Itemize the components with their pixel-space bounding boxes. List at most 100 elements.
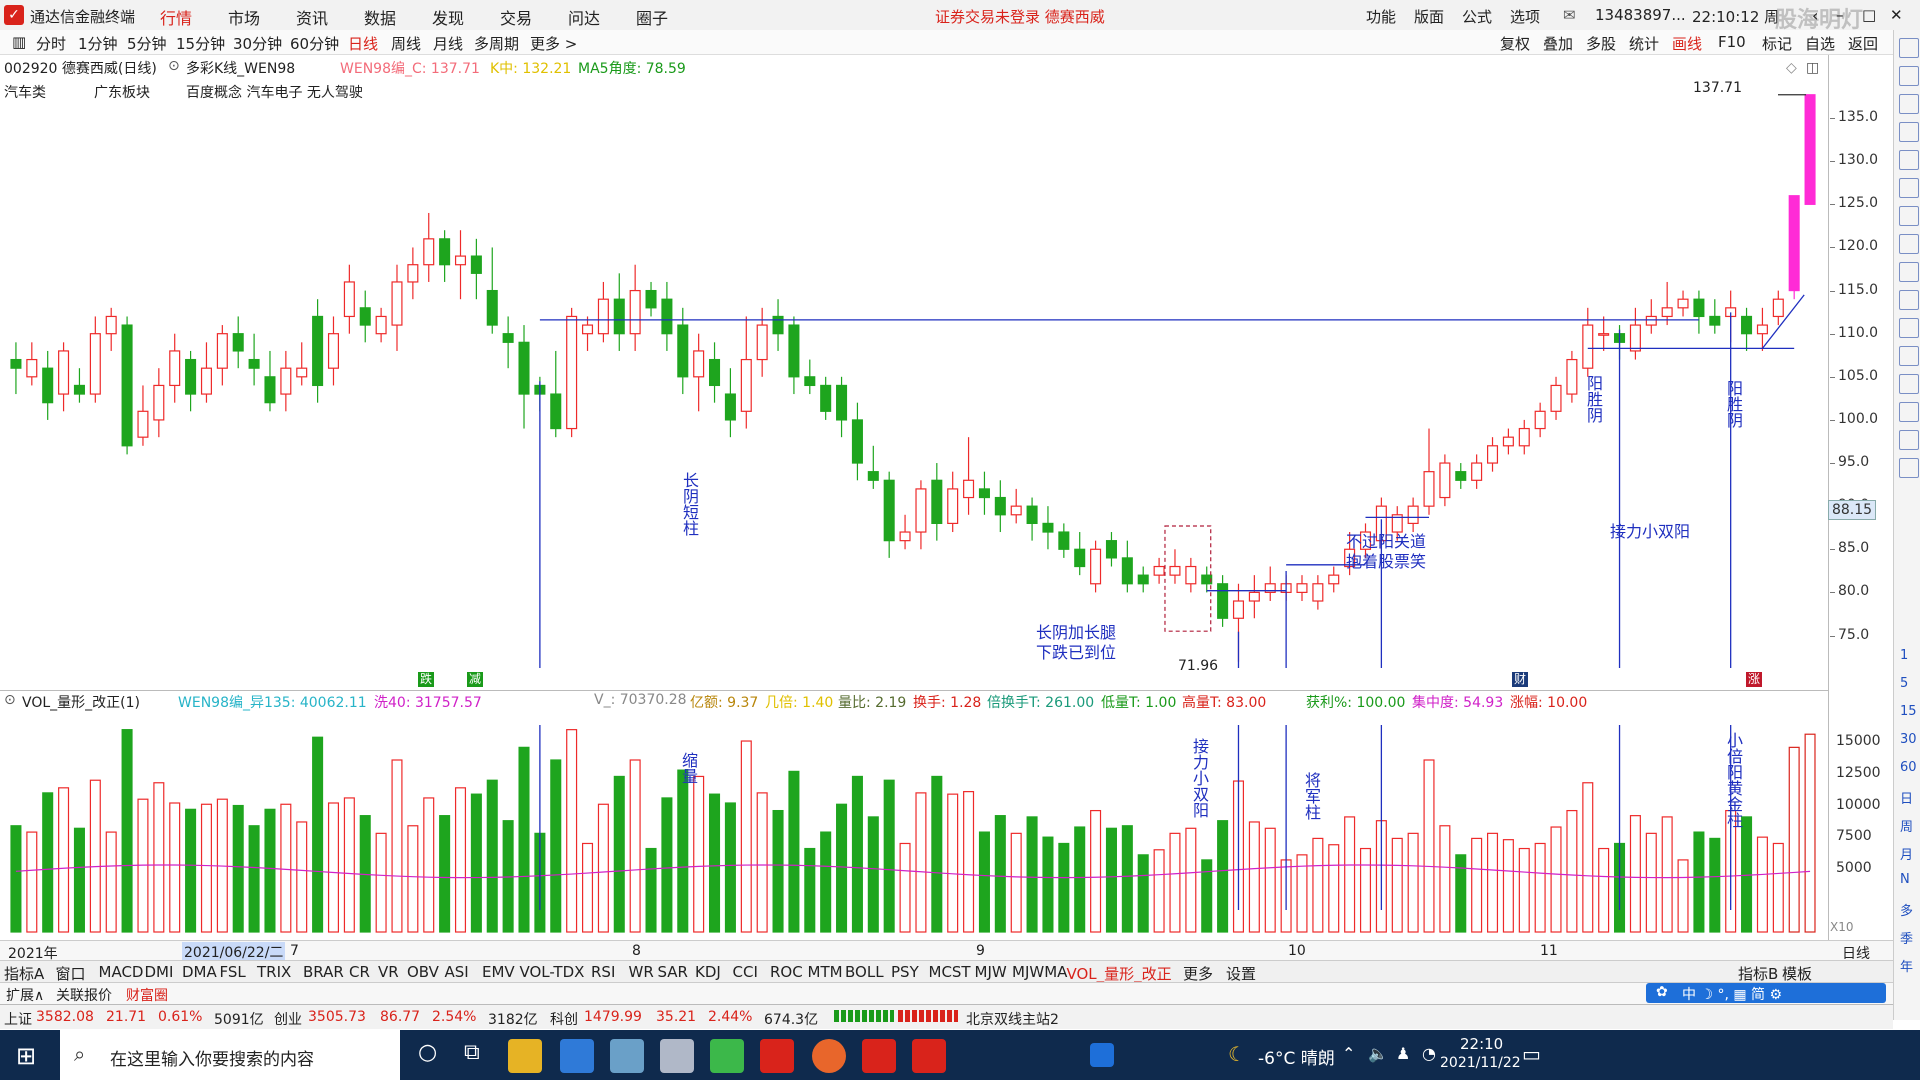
side-tool-icon[interactable] <box>1899 178 1919 198</box>
period-multi[interactable]: 多周期 <box>474 33 519 54</box>
side-period-button[interactable]: 60 <box>1900 760 1917 775</box>
minimize-icon[interactable]: – <box>1836 6 1844 24</box>
side-period-button[interactable]: 季 <box>1900 928 1913 947</box>
server-name[interactable]: 北京双线主站2 <box>966 1009 1059 1029</box>
indicator-tab[interactable]: OBV <box>407 963 439 981</box>
indicator-tab[interactable]: 设置 <box>1226 963 1256 984</box>
tray-chevron-icon[interactable]: ⌃ <box>1342 1044 1355 1063</box>
indicator-tab[interactable]: ASI <box>445 963 469 981</box>
indicator-tab[interactable]: MACD <box>99 963 144 981</box>
menu-item-quanzi[interactable]: 圈子 <box>636 5 668 29</box>
menu-item-shuju[interactable]: 数据 <box>364 5 396 29</box>
tool-biaoji[interactable]: 标记 <box>1762 33 1792 54</box>
store-icon[interactable] <box>560 1039 594 1073</box>
tool-fanhui[interactable]: 返回 <box>1848 33 1878 54</box>
indicator-tab[interactable]: DMI <box>145 963 174 981</box>
side-tool-icon[interactable] <box>1899 346 1919 366</box>
volume-icon[interactable]: 🔈 <box>1368 1044 1388 1063</box>
side-tool-icon[interactable] <box>1899 290 1919 310</box>
tdx-icon-3[interactable] <box>912 1039 946 1073</box>
wechat-icon[interactable] <box>710 1039 744 1073</box>
side-period-button[interactable]: 年 <box>1900 956 1913 975</box>
period-daily[interactable]: 日线 <box>348 33 378 54</box>
indicator-tab[interactable]: MTM <box>808 963 843 981</box>
tool-duogu[interactable]: 多股 <box>1586 33 1616 54</box>
period-60min[interactable]: 60分钟 <box>290 33 339 54</box>
firefox-icon[interactable] <box>812 1039 846 1073</box>
related-quote-button[interactable]: 关联报价 <box>56 985 112 1005</box>
side-tool-icon[interactable] <box>1899 318 1919 338</box>
tdx-icon-2[interactable] <box>862 1039 896 1073</box>
message-icon[interactable]: ✉ <box>1563 6 1576 24</box>
side-period-button[interactable]: 30 <box>1900 732 1917 747</box>
side-period-button[interactable]: 15 <box>1900 704 1917 719</box>
app-icon-2[interactable] <box>660 1039 694 1073</box>
side-tool-icon[interactable] <box>1899 458 1919 478</box>
indicator-right-tab[interactable]: 指标B <box>1738 963 1778 984</box>
period-30min[interactable]: 30分钟 <box>233 33 282 54</box>
side-tool-icon[interactable] <box>1899 150 1919 170</box>
tool-tongji[interactable]: 统计 <box>1629 33 1659 54</box>
side-period-button[interactable]: N <box>1900 872 1910 887</box>
indicator-tab[interactable]: VOL-TDX <box>520 963 585 981</box>
indicator-tab[interactable]: VOL_量形_改正 <box>1067 963 1172 984</box>
side-tool-icon[interactable] <box>1899 234 1919 254</box>
menu-item-jiaoyi[interactable]: 交易 <box>500 5 532 29</box>
account-id[interactable]: 13483897... <box>1595 6 1686 24</box>
tool-diejia[interactable]: 叠加 <box>1543 33 1573 54</box>
menu-item-wenda[interactable]: 问达 <box>568 5 600 29</box>
indicator-tab[interactable]: MCST <box>929 963 971 981</box>
indicator-tab[interactable]: PSY <box>891 963 919 981</box>
menu-item-zixun[interactable]: 资讯 <box>296 5 328 29</box>
side-period-button[interactable]: 5 <box>1900 676 1908 691</box>
side-tool-icon[interactable] <box>1899 94 1919 114</box>
indicator-tab[interactable]: TRIX <box>257 963 291 981</box>
indicator-tab[interactable]: ROC <box>770 963 803 981</box>
indicator-tab[interactable]: MJWMA <box>1012 963 1067 981</box>
extend-button[interactable]: 扩展∧ <box>6 985 44 1005</box>
indicator-tab[interactable]: DMA <box>182 963 217 981</box>
side-tool-icon[interactable] <box>1899 206 1919 226</box>
taskbar-date[interactable]: 2021/11/22 <box>1440 1055 1521 1071</box>
menu-banmian[interactable]: 版面 <box>1414 6 1444 27</box>
cortana-icon[interactable]: ○ <box>418 1040 437 1065</box>
period-weekly[interactable]: 周线 <box>391 33 421 54</box>
side-tool-icon[interactable] <box>1899 374 1919 394</box>
period-fenshi[interactable]: 分时 <box>36 33 66 54</box>
indicator-tab[interactable]: BRAR <box>303 963 344 981</box>
windows-start-icon[interactable]: ⊞ <box>16 1042 36 1070</box>
indicator-tab[interactable]: CCI <box>733 963 758 981</box>
taskbar-time[interactable]: 22:10 <box>1460 1035 1503 1053</box>
indicator-tab[interactable]: VR <box>378 963 399 981</box>
side-tool-icon[interactable] <box>1899 38 1919 58</box>
menu-item-hangqing[interactable]: 行情 <box>160 5 192 29</box>
indicator-tab[interactable]: EMV <box>482 963 515 981</box>
side-tool-icon[interactable] <box>1899 66 1919 86</box>
side-period-button[interactable]: 1 <box>1900 648 1908 663</box>
notification-icon[interactable]: ▭ <box>1522 1042 1541 1066</box>
close-icon[interactable]: ✕ <box>1890 6 1903 24</box>
period-monthly[interactable]: 月线 <box>433 33 463 54</box>
indicator-right-tab[interactable]: 模板 <box>1782 963 1812 984</box>
period-5min[interactable]: 5分钟 <box>127 33 167 54</box>
period-icon[interactable]: ▥ <box>12 33 26 51</box>
menu-item-faxian[interactable]: 发现 <box>432 5 464 29</box>
tool-huaxian[interactable]: 画线 <box>1672 33 1702 54</box>
indicator-tab[interactable]: KDJ <box>695 963 721 981</box>
period-15min[interactable]: 15分钟 <box>176 33 225 54</box>
trade-login-notice[interactable]: 证券交易未登录 德赛西威 <box>935 6 1105 27</box>
indicator-tab[interactable]: FSL <box>220 963 246 981</box>
menu-gongneng[interactable]: 功能 <box>1366 6 1396 27</box>
side-period-button[interactable]: 日 <box>1900 788 1913 807</box>
tool-f10[interactable]: F10 <box>1718 33 1746 51</box>
indicator-tab[interactable]: WR <box>629 963 654 981</box>
volume-chart[interactable] <box>0 705 1828 940</box>
menu-xuanxiang[interactable]: 选项 <box>1510 6 1540 27</box>
tdx-icon[interactable] <box>760 1039 794 1073</box>
indicator-tab[interactable]: RSI <box>591 963 615 981</box>
tool-fuquan[interactable]: 复权 <box>1500 33 1530 54</box>
side-tool-icon[interactable] <box>1899 402 1919 422</box>
wealth-circle-button[interactable]: 财富圈 <box>126 985 168 1005</box>
tool-zixuan[interactable]: 自选 <box>1805 33 1835 54</box>
indicator-tab[interactable]: BOLL <box>845 963 884 981</box>
